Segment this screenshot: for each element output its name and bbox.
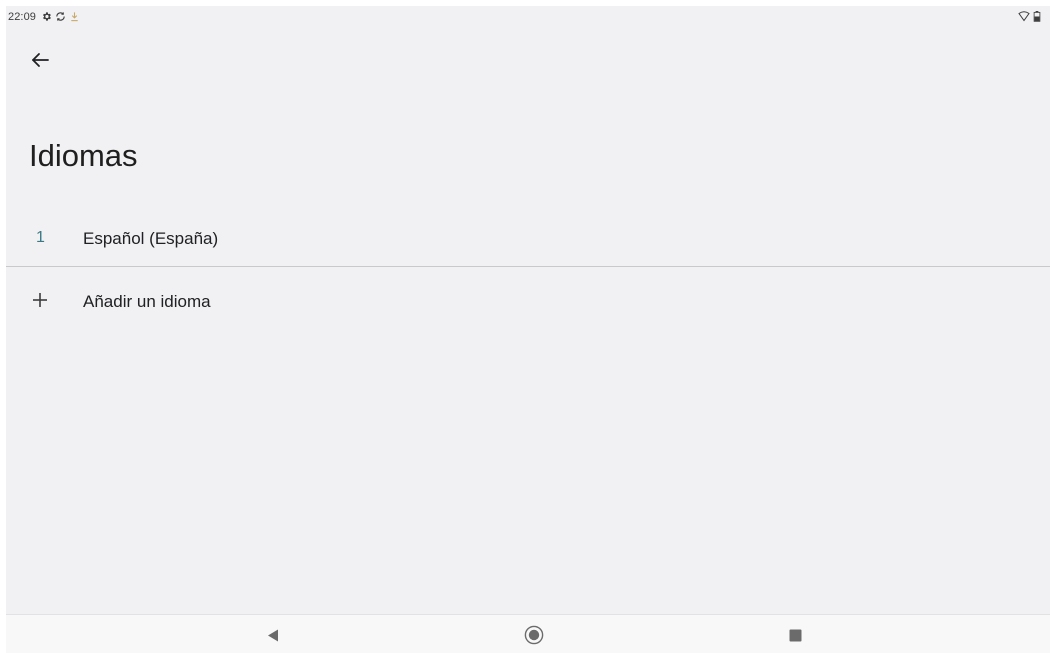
language-index: 1 (36, 229, 45, 246)
home-circle-icon (524, 625, 544, 645)
language-item[interactable]: 1 Español (España) (6, 212, 1050, 266)
page-title: Idiomas (29, 138, 138, 173)
add-language-label: Añadir un idioma (83, 292, 211, 311)
gear-icon (39, 9, 53, 23)
status-bar: 22:09 (6, 6, 1050, 30)
nav-home-button[interactable] (522, 624, 546, 646)
navigation-bar (6, 614, 1050, 653)
sync-icon (53, 9, 67, 23)
status-time: 22:09 (8, 11, 37, 23)
recents-square-icon (789, 629, 802, 642)
nav-recents-button[interactable] (783, 624, 807, 646)
wifi-icon (1017, 9, 1031, 23)
battery-icon (1030, 9, 1044, 23)
arrow-back-icon (31, 52, 49, 68)
back-triangle-icon (267, 629, 279, 642)
screen: 22:09 Idiomas 1 Español (España) Añadir … (6, 6, 1050, 653)
add-language-button[interactable]: Añadir un idioma (6, 270, 1050, 332)
back-button[interactable] (26, 46, 54, 74)
plus-icon (30, 290, 50, 310)
divider (6, 266, 1050, 267)
nav-back-button[interactable] (261, 624, 285, 646)
download-icon (67, 9, 81, 23)
language-label: Español (España) (83, 229, 219, 248)
